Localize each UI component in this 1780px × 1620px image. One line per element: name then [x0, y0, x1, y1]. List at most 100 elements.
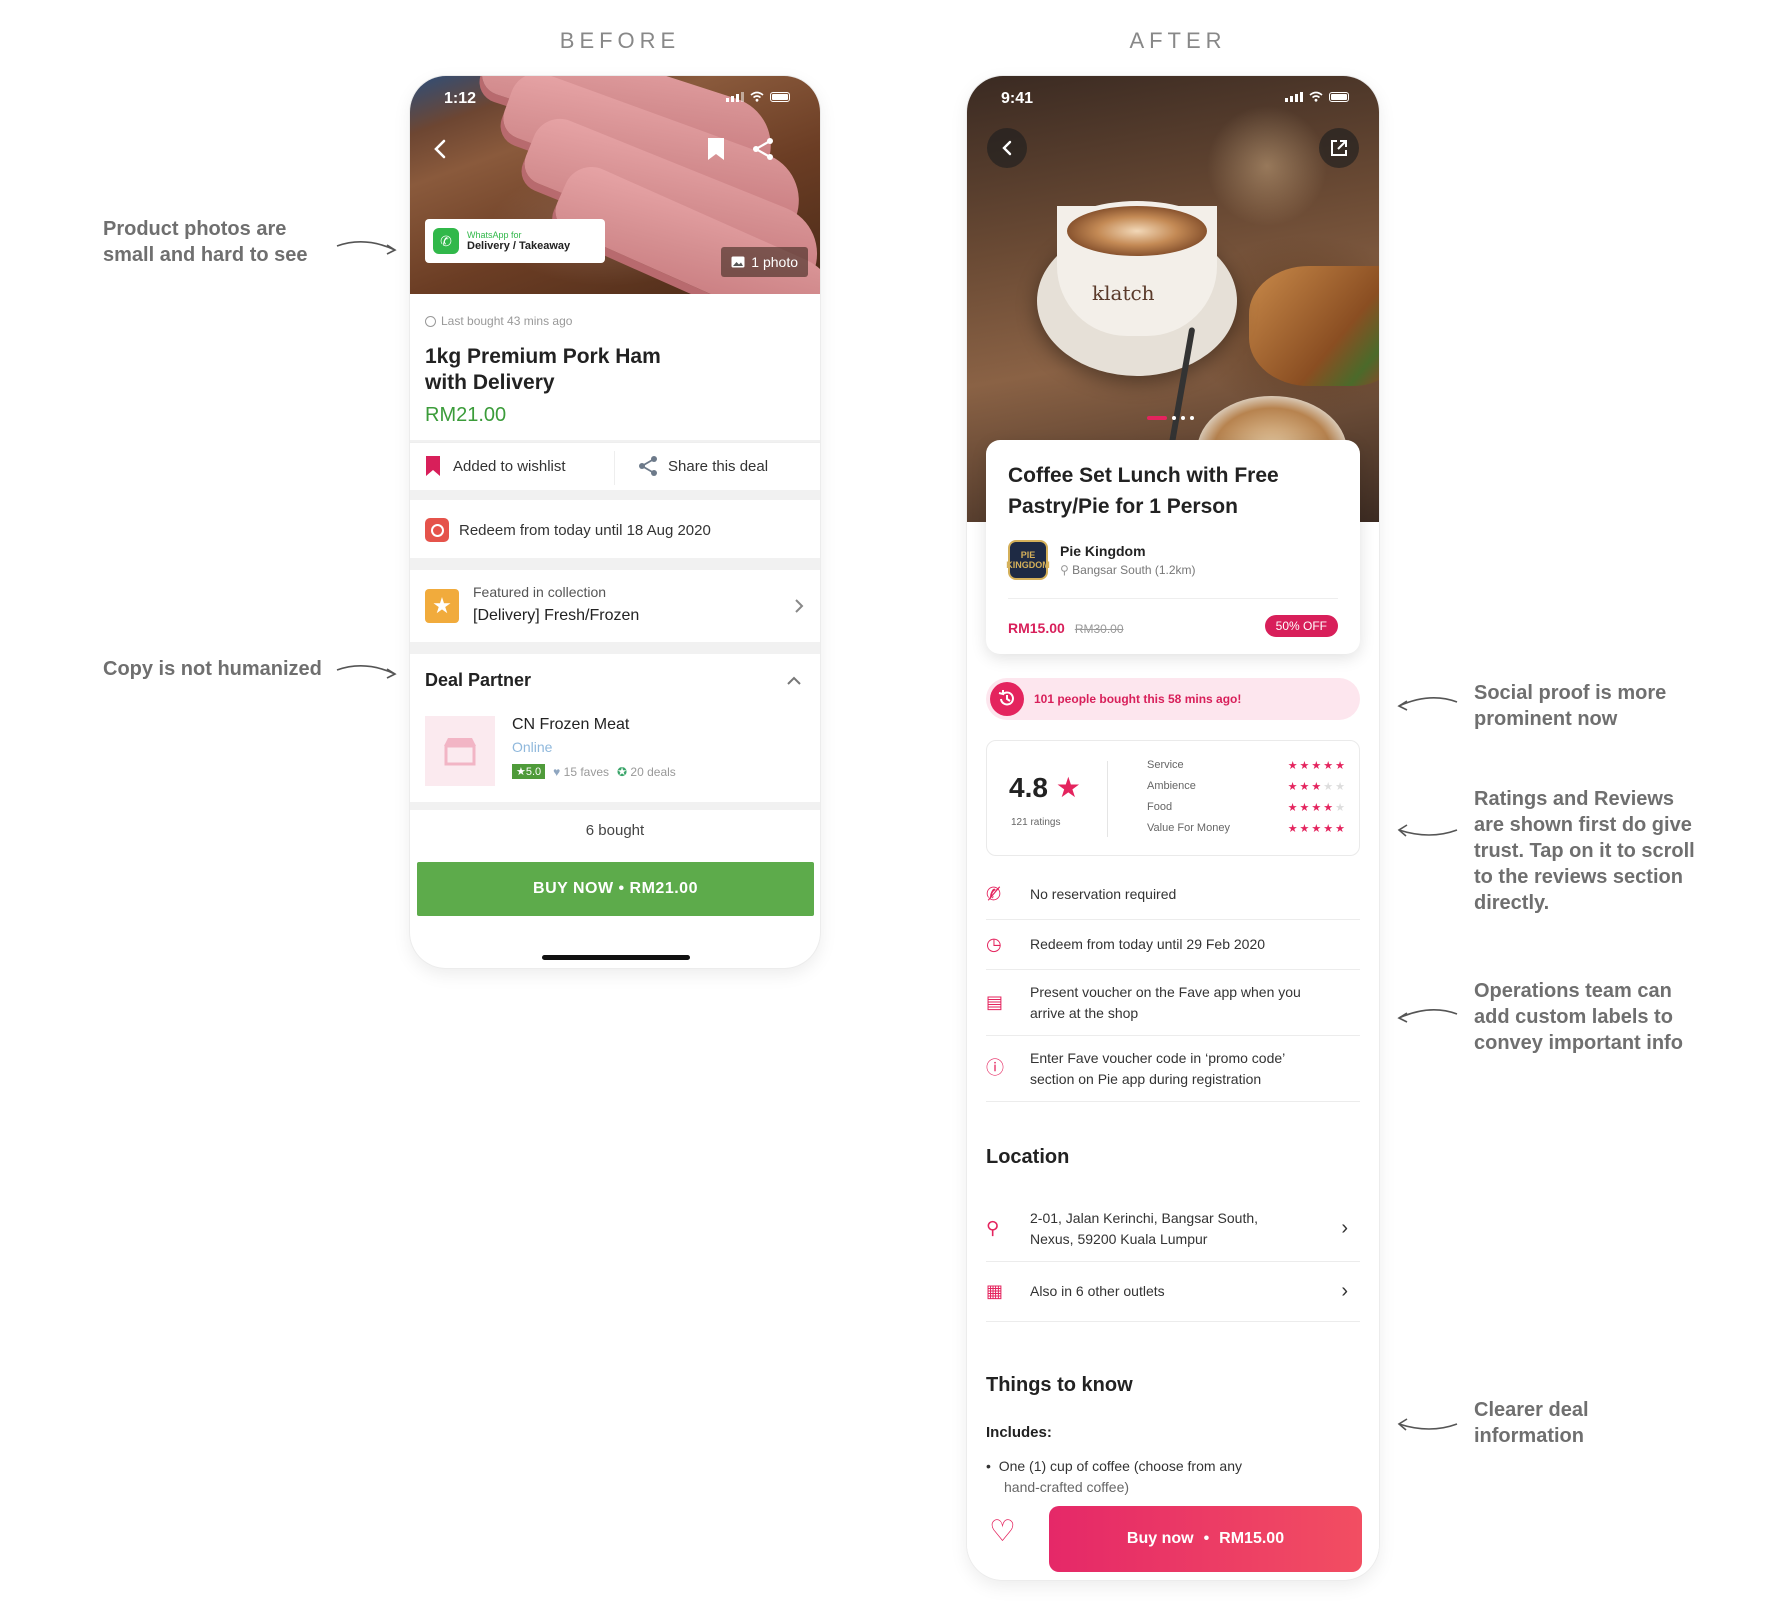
buy-now-button[interactable]: Buy now • RM15.00 [1049, 1506, 1362, 1572]
heart-icon[interactable]: ♡ [989, 1514, 1016, 1549]
battery-icon [770, 91, 790, 102]
before-label: BEFORE [559, 28, 681, 53]
clock-icon: ◷ [986, 934, 1002, 954]
photo-count-badge[interactable]: 1 photo [721, 247, 808, 277]
share-icon[interactable] [750, 136, 776, 162]
buy-now-button[interactable]: BUY NOW • RM21.00 [417, 862, 814, 916]
rating-stars: ★★★★★ [1287, 781, 1347, 793]
ratings-summary[interactable]: 4.8 ★ 121 ratings Service ★★★★★ Ambience ★… [986, 740, 1360, 856]
social-proof-text: 101 people bought this 58 mins ago! [1034, 692, 1242, 706]
merchant-name: Pie Kingdom [1060, 543, 1146, 559]
signal-icon [726, 91, 744, 102]
rating-category-name: Food [1147, 801, 1173, 813]
bottom-action-bar: ♡ Buy now • RM15.00 [967, 1496, 1379, 1580]
product-title-line: 1kg Premium Pork Ham [425, 345, 661, 368]
home-indicator [542, 955, 690, 960]
share-button[interactable] [1319, 128, 1359, 168]
deal-price: RM15.00 [1008, 620, 1065, 636]
rating-count: 121 ratings [1011, 817, 1061, 828]
address-line: 2-01, Jalan Kerinchi, Bangsar South, [1030, 1209, 1259, 1226]
merchant-location-text: Bangsar South (1.2km) [1072, 563, 1196, 577]
note-copy: Copy is not humanized [103, 658, 322, 680]
info-reservation-text: No reservation required [1030, 886, 1177, 902]
address-row[interactable]: ⚲ 2-01, Jalan Kerinchi, Bangsar South, Ne… [986, 1196, 1360, 1262]
heart-icon: ♥ [553, 764, 561, 779]
battery-icon [1329, 91, 1349, 102]
partner-status: Online [512, 739, 553, 755]
merchant-row[interactable]: PIE KINGDOM Pie Kingdom ⚲ Bangsar South … [1006, 540, 1196, 580]
product-price: RM21.00 [425, 404, 507, 426]
external-link-icon [1331, 140, 1347, 156]
whatsapp-small-label: WhatsApp for [467, 230, 522, 240]
status-bar: 9:41 [967, 76, 1379, 120]
pin-icon: ⚲ [986, 1218, 1000, 1238]
note-social: Social proof is more prominent now [1474, 682, 1667, 730]
info-promo-text: Enter Fave voucher code in ‘promo code’ s… [1030, 1048, 1285, 1090]
partner-name[interactable]: CN Frozen Meat [512, 716, 629, 734]
after-phone: klatch 9:41 Coffee Set Lunch with Free P… [967, 76, 1379, 1580]
info-redeem-text: Redeem from today until 29 Feb 2020 [1030, 936, 1266, 952]
featured-label: Featured in collection [473, 584, 607, 600]
note-clearer: Clearer deal information [1474, 1399, 1589, 1447]
partner-deals: ✪ 20 deals [617, 765, 676, 779]
rating-value: 4.8 [1009, 772, 1048, 803]
other-outlets-row[interactable]: ▦ Also in 6 other outlets › [986, 1262, 1360, 1322]
separator-dot: • [1203, 1530, 1210, 1547]
rating-stars: ★★★★★ [1287, 823, 1347, 835]
address-text: 2-01, Jalan Kerinchi, Bangsar South, Nexu… [1030, 1208, 1258, 1250]
product-info: Last bought 43 mins ago 1kg Premium Pork… [410, 294, 820, 440]
deal-card: Coffee Set Lunch with Free Pastry/Pie fo… [986, 440, 1360, 654]
wifi-icon [1309, 91, 1323, 102]
chevron-right-icon: › [1341, 1217, 1348, 1239]
bought-count: 6 bought [585, 822, 645, 839]
redeem-row: Redeem from today until 18 Aug 2020 [410, 500, 820, 558]
note-ops: Operations team can add custom labels to c… [1474, 980, 1683, 1054]
arrow-photos [336, 241, 397, 255]
carousel-dots[interactable] [1147, 416, 1194, 420]
product-photo[interactable]: 1:12 ✆ WhatsApp for Delivery / Takeaway … [410, 76, 820, 294]
rating-category-name: Service [1147, 759, 1184, 771]
arrow-copy [336, 665, 397, 679]
includes-label: Includes: [986, 1424, 1052, 1441]
last-bought-text: Last bought 43 mins ago [441, 314, 573, 328]
bookmark-icon[interactable] [706, 136, 726, 162]
clock-icon [425, 518, 449, 542]
coffee-decor [1062, 201, 1212, 261]
rating-category-name: Ambience [1147, 780, 1196, 792]
divider [1008, 598, 1338, 599]
status-time: 1:12 [444, 90, 477, 107]
after-label: AFTER [1129, 28, 1227, 53]
arrow-ratings [1397, 824, 1458, 837]
status-icons [726, 91, 790, 102]
wifi-icon [750, 91, 764, 102]
back-icon[interactable] [430, 138, 452, 160]
discount-badge: 50% OFF [1264, 615, 1338, 637]
info-reservation: ✆̸ No reservation required [986, 870, 1360, 920]
deal-partner-heading: Deal Partner [425, 670, 532, 690]
info-promo-code: ⓘ Enter Fave voucher code in ‘promo code… [986, 1036, 1360, 1102]
chevron-up-icon[interactable] [786, 676, 802, 686]
arrow-social [1397, 697, 1458, 711]
phone-off-icon: ✆̸ [986, 884, 1002, 904]
bullet: • [986, 1458, 991, 1474]
back-icon [1002, 140, 1012, 156]
status-time: 9:41 [1001, 90, 1034, 107]
back-button[interactable] [987, 128, 1027, 168]
share-icon [639, 456, 657, 476]
rating-stars: ★★★★★ [1287, 760, 1347, 772]
star-icon: ★ [425, 589, 459, 623]
signal-icon [1285, 91, 1303, 102]
history-icon [990, 682, 1024, 716]
before-phone: 1:12 ✆ WhatsApp for Delivery / Takeaway … [410, 76, 820, 968]
whatsapp-badge[interactable]: ✆ WhatsApp for Delivery / Takeaway [425, 219, 605, 263]
wishlist-button[interactable]: Added to wishlist [425, 455, 566, 477]
carousel-dot [1190, 416, 1194, 420]
info-present-text: Present voucher on the Fave app when you… [1030, 982, 1301, 1024]
star-icon: ★ [1055, 772, 1081, 803]
info-present-line: arrive at the shop [1030, 1004, 1139, 1021]
featured-collection[interactable]: ★ Featured in collection [Delivery] Fres… [410, 570, 820, 642]
product-title-line: with Delivery [425, 371, 555, 394]
share-deal-button[interactable]: Share this deal [638, 455, 768, 477]
partner-faves: ♥ 15 faves [553, 765, 609, 779]
status-bar: 1:12 [410, 76, 820, 120]
